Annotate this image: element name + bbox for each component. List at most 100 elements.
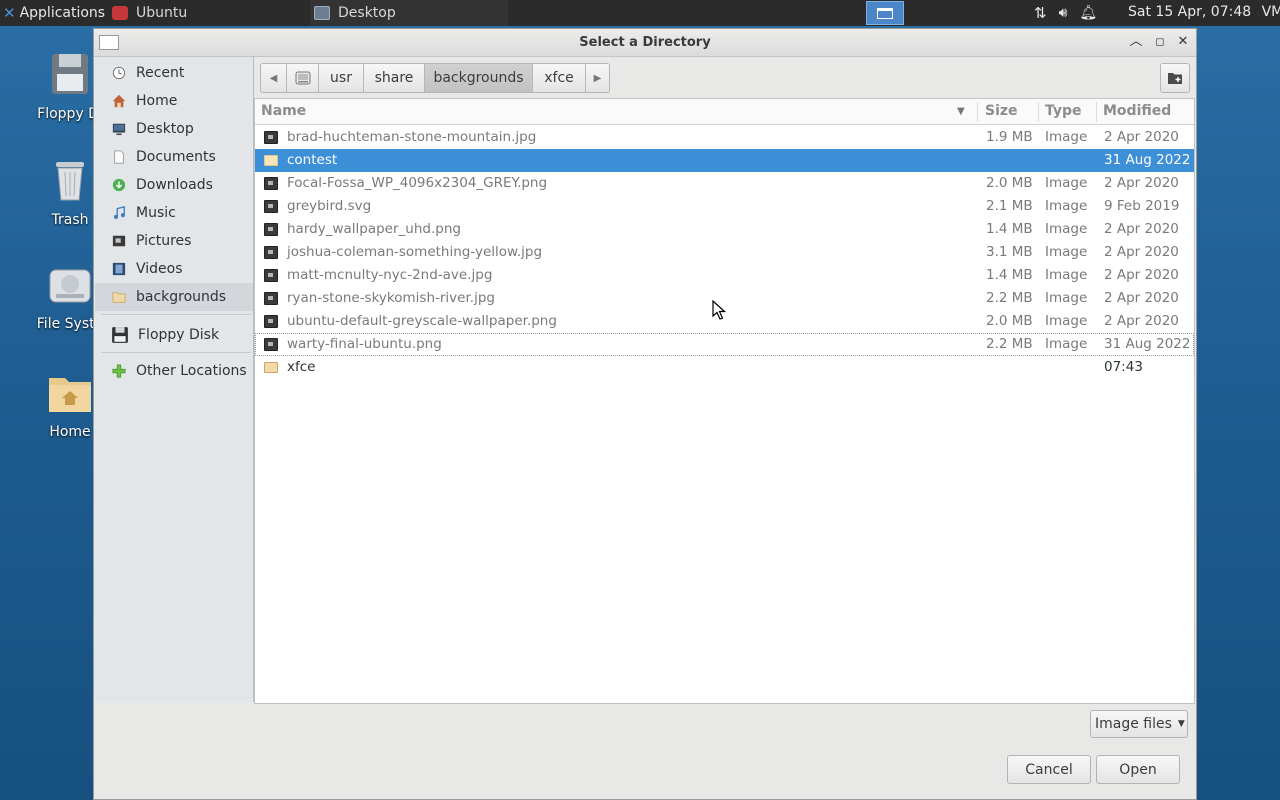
file-name: ubuntu-default-greyscale-wallpaper.png (287, 313, 557, 329)
image-file-icon (264, 338, 278, 351)
taskbar-label: Ubuntu (136, 5, 188, 21)
minimize-button[interactable]: ︿ (1128, 34, 1144, 50)
harddisk-icon (295, 71, 310, 85)
clock[interactable]: Sat 15 Apr, 07:48 VM7 (1128, 4, 1280, 20)
file-row[interactable]: hardy_wallpaper_uhd.png 1.4 MB Image 2 Apr … (255, 218, 1194, 241)
path-segment-share[interactable]: share (364, 63, 425, 93)
sidebar-item-music[interactable]: Music (95, 199, 253, 227)
applications-label: Applications (19, 5, 106, 21)
file-row[interactable]: xfce 07:43 (255, 356, 1194, 379)
sort-descending-icon[interactable]: ▼ (957, 106, 965, 117)
taskbar-item-desktop[interactable]: Desktop (310, 0, 508, 26)
column-header-modified[interactable]: Modified (1103, 103, 1171, 119)
harddisk-icon (49, 269, 91, 303)
floppy-icon (112, 327, 128, 343)
document-icon (114, 150, 124, 164)
path-bar: ◀ usr share backgrounds xfce ▶ (260, 63, 610, 93)
home-icon (112, 94, 126, 108)
maximize-button[interactable]: ◻ (1152, 34, 1168, 50)
file-name: ryan-stone-skykomish-river.jpg (287, 290, 495, 306)
file-type: Image (1045, 336, 1088, 352)
file-type: Image (1045, 244, 1088, 260)
top-panel: ✕ Applications ⋮ Ubuntu Desktop ⇅ 🔊︎ 🔔︎ … (0, 0, 1280, 26)
window-thumbnail-icon (877, 8, 893, 19)
cancel-button[interactable]: Cancel (1007, 755, 1091, 784)
file-size: 2.0 MB (986, 313, 1033, 329)
sidebar-item-pictures[interactable]: Pictures (95, 227, 253, 255)
file-type: Image (1045, 290, 1088, 306)
path-root-button[interactable] (287, 63, 319, 93)
sidebar-item-label: Home (136, 93, 178, 109)
file-size: 1.9 MB (986, 129, 1033, 145)
close-button[interactable]: ✕ (1175, 34, 1191, 50)
file-modified: 2 Apr 2020 (1104, 175, 1179, 191)
mouse-pointer-icon (712, 300, 726, 320)
file-size: 1.4 MB (986, 267, 1033, 283)
sidebar-item-documents[interactable]: Documents (95, 143, 253, 171)
path-segment-backgrounds[interactable]: backgrounds (425, 63, 533, 93)
network-icon[interactable]: ⇅ (1034, 4, 1047, 22)
sidebar-item-videos[interactable]: Videos (95, 255, 253, 283)
file-modified: 31 Aug 2022 (1104, 152, 1191, 168)
file-type: Image (1045, 313, 1088, 329)
path-segment-label: share (374, 70, 414, 86)
column-header-type[interactable]: Type (1045, 103, 1082, 119)
sidebar-item-other-locations[interactable]: Other Locations (95, 357, 253, 385)
path-segment-label: backgrounds (433, 70, 524, 86)
folder-icon (264, 362, 278, 373)
file-row[interactable]: Focal-Fossa_WP_4096x2304_GREY.png 2.0 MB I… (255, 172, 1194, 195)
sidebar-item-downloads[interactable]: Downloads (95, 171, 253, 199)
image-file-icon (264, 223, 278, 236)
file-row[interactable]: brad-huchteman-stone-mountain.jpg 1.9 MB I… (255, 126, 1194, 149)
column-header-name[interactable]: Name (261, 103, 306, 119)
cancel-label: Cancel (1025, 761, 1073, 778)
dropdown-arrow-icon: ▼ (1177, 719, 1185, 729)
column-divider (1038, 102, 1039, 122)
file-modified: 31 Aug 2022 (1104, 336, 1191, 352)
taskbar-item-ubuntu[interactable]: Ubuntu (112, 0, 308, 26)
create-folder-button[interactable] (1160, 63, 1190, 93)
open-button[interactable]: Open (1096, 755, 1180, 784)
image-file-icon (264, 131, 278, 144)
chevron-left-icon: ◀ (269, 72, 278, 84)
column-header-size[interactable]: Size (985, 103, 1018, 119)
file-row[interactable]: greybird.svg 2.1 MB Image 9 Feb 2019 (255, 195, 1194, 218)
sidebar-item-floppy-disk[interactable]: Floppy Disk (95, 320, 253, 350)
select-directory-dialog: Select a Directory ︿ ◻ ✕ Recent Home Des… (93, 28, 1197, 800)
dialog-title: Select a Directory (579, 35, 711, 50)
sidebar-item-label: Videos (136, 261, 183, 277)
path-segment-usr[interactable]: usr (319, 63, 364, 93)
file-modified: 2 Apr 2020 (1104, 244, 1179, 260)
file-row[interactable]: warty-final-ubuntu.png 2.2 MB Image 31 Aug … (255, 333, 1194, 356)
title-bar[interactable]: Select a Directory ︿ ◻ ✕ (94, 29, 1196, 57)
places-sidebar: Recent Home Desktop Documents Downloads … (95, 57, 254, 702)
sidebar-item-home[interactable]: Home (95, 87, 253, 115)
file-type: Image (1045, 198, 1088, 214)
notification-bell-icon[interactable]: 🔔︎ (1079, 5, 1097, 21)
file-row[interactable]: joshua-coleman-something-yellow.jpg 3.1 M… (255, 241, 1194, 264)
file-type-filter[interactable]: Image files ▼ (1090, 710, 1188, 738)
file-name: hardy_wallpaper_uhd.png (287, 221, 461, 237)
sidebar-item-label: backgrounds (136, 289, 227, 305)
sidebar-item-recent[interactable]: Recent (95, 59, 253, 87)
file-name: Focal-Fossa_WP_4096x2304_GREY.png (287, 175, 548, 191)
applications-menu[interactable]: ✕ Applications ⋮ (0, 0, 122, 26)
column-header: Name ▼ Size Type Modified (255, 99, 1194, 125)
path-segment-xfce[interactable]: xfce (533, 63, 586, 93)
file-size: 2.2 MB (986, 290, 1033, 306)
sidebar-divider (101, 352, 251, 353)
volume-icon[interactable]: 🔊︎ (1059, 5, 1068, 21)
file-row[interactable]: contest 31 Aug 2022 (255, 149, 1194, 172)
file-row[interactable]: matt-mcnulty-nyc-2nd-ave.jpg 1.4 MB Image 2… (255, 264, 1194, 287)
file-modified: 2 Apr 2020 (1104, 313, 1179, 329)
sidebar-item-desktop[interactable]: Desktop (95, 115, 253, 143)
path-forward-button[interactable]: ▶ (586, 63, 610, 93)
sidebar-item-backgrounds[interactable]: backgrounds (95, 283, 253, 311)
file-modified: 2 Apr 2020 (1104, 129, 1179, 145)
chevron-right-icon: ▶ (593, 72, 602, 84)
image-file-icon (264, 315, 278, 328)
sidebar-item-label: Pictures (136, 233, 192, 249)
workspace-switcher[interactable] (866, 1, 904, 25)
path-back-button[interactable]: ◀ (260, 63, 287, 93)
plus-icon (112, 364, 126, 378)
